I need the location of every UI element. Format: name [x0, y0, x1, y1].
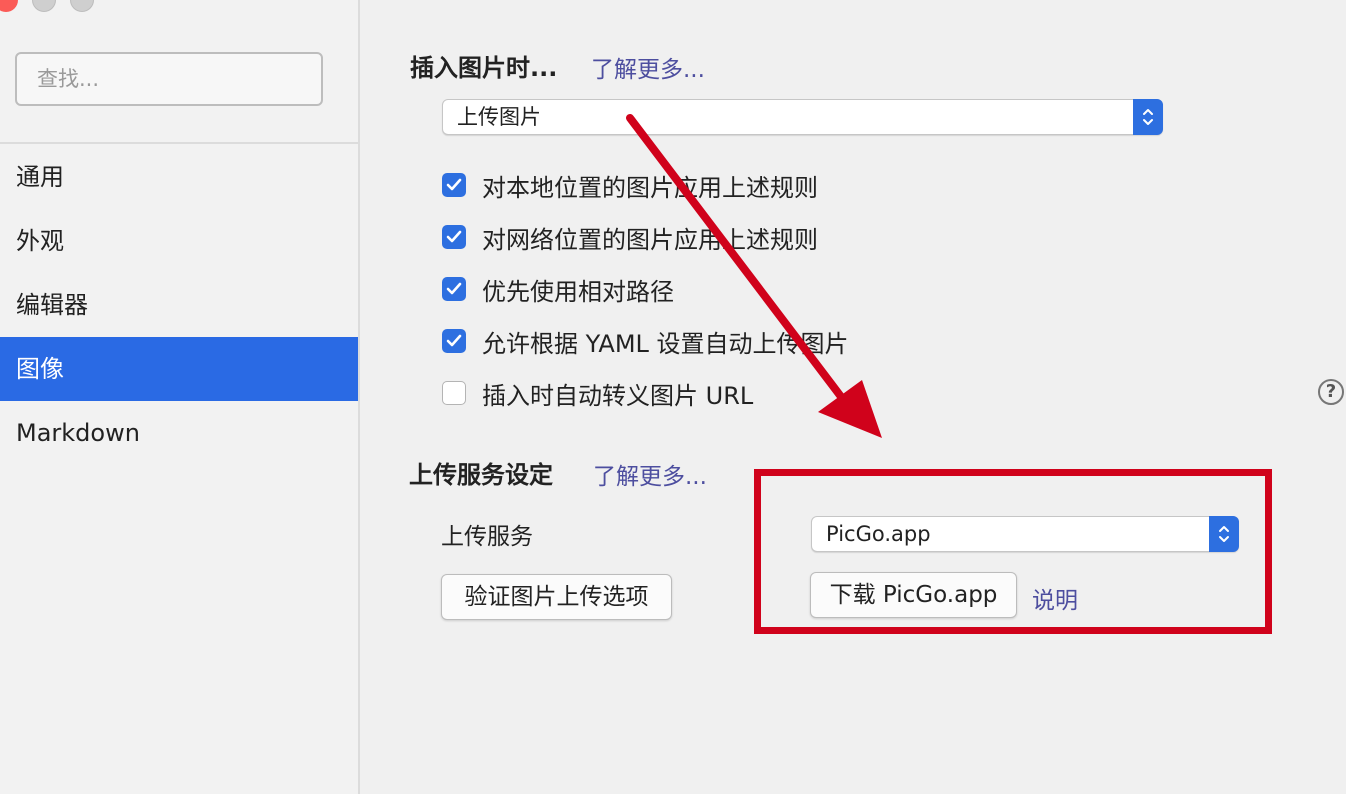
checkmark-icon — [446, 282, 462, 295]
option-label: 对本地位置的图片应用上述规则 — [482, 173, 818, 202]
sidebar-item-image[interactable]: 图像 — [0, 337, 358, 401]
sidebar-item-appearance[interactable]: 外观 — [0, 209, 358, 273]
sidebar-item-markdown[interactable]: Markdown — [0, 401, 358, 465]
sidebar-nav: 通用 外观 编辑器 图像 Markdown — [0, 145, 358, 465]
verify-upload-button[interactable]: 验证图片上传选项 — [441, 574, 672, 620]
checkmark-icon — [446, 334, 462, 347]
option-network-images[interactable]: 对网络位置的图片应用上述规则 — [442, 222, 818, 254]
checkbox-escape-url[interactable] — [442, 381, 466, 405]
checkmark-icon — [446, 230, 462, 243]
checkmark-icon — [446, 178, 462, 191]
option-label: 优先使用相对路径 — [482, 277, 674, 306]
option-label: 插入时自动转义图片 URL — [482, 381, 754, 410]
checkbox-yaml-upload[interactable] — [442, 329, 466, 353]
chevron-updown-icon — [1133, 99, 1163, 135]
zoom-window-button[interactable] — [70, 0, 94, 12]
annotation-highlight-box — [754, 469, 1272, 634]
option-label: 对网络位置的图片应用上述规则 — [482, 225, 818, 254]
option-label: 允许根据 YAML 设置自动上传图片 — [482, 329, 849, 358]
upload-service-section-title: 上传服务设定 — [409, 461, 553, 489]
window-controls — [0, 0, 108, 12]
close-window-button[interactable] — [0, 0, 18, 12]
insert-action-select[interactable]: 上传图片 — [442, 99, 1163, 135]
upload-learn-more-link[interactable]: 了解更多... — [593, 457, 707, 491]
search-input[interactable] — [15, 52, 323, 106]
image-settings-panel: 插入图片时... 了解更多... 上传图片 对本地位置的图片应用上述规则 对网络… — [362, 0, 1346, 794]
checkbox-network-images[interactable] — [442, 225, 466, 249]
insert-learn-more-link[interactable]: 了解更多... — [591, 50, 705, 84]
sidebar-divider — [0, 142, 358, 144]
option-escape-url[interactable]: 插入时自动转义图片 URL — [442, 378, 754, 410]
upload-service-label: 上传服务 — [441, 524, 533, 550]
minimize-window-button[interactable] — [32, 0, 56, 12]
checkbox-relative-path[interactable] — [442, 277, 466, 301]
sidebar-item-general[interactable]: 通用 — [0, 145, 358, 209]
option-yaml-upload[interactable]: 允许根据 YAML 设置自动上传图片 — [442, 326, 849, 358]
preferences-window: 通用 外观 编辑器 图像 Markdown 插入图片时... 了解更多... 上… — [0, 0, 1346, 794]
insert-action-select-value: 上传图片 — [457, 105, 541, 129]
checkbox-local-images[interactable] — [442, 173, 466, 197]
option-local-images[interactable]: 对本地位置的图片应用上述规则 — [442, 170, 818, 202]
question-circle-icon[interactable]: ? — [1318, 379, 1344, 405]
sidebar: 通用 外观 编辑器 图像 Markdown — [0, 0, 360, 794]
insert-image-section-title: 插入图片时... — [410, 54, 558, 82]
sidebar-item-editor[interactable]: 编辑器 — [0, 273, 358, 337]
option-relative-path[interactable]: 优先使用相对路径 — [442, 274, 674, 306]
